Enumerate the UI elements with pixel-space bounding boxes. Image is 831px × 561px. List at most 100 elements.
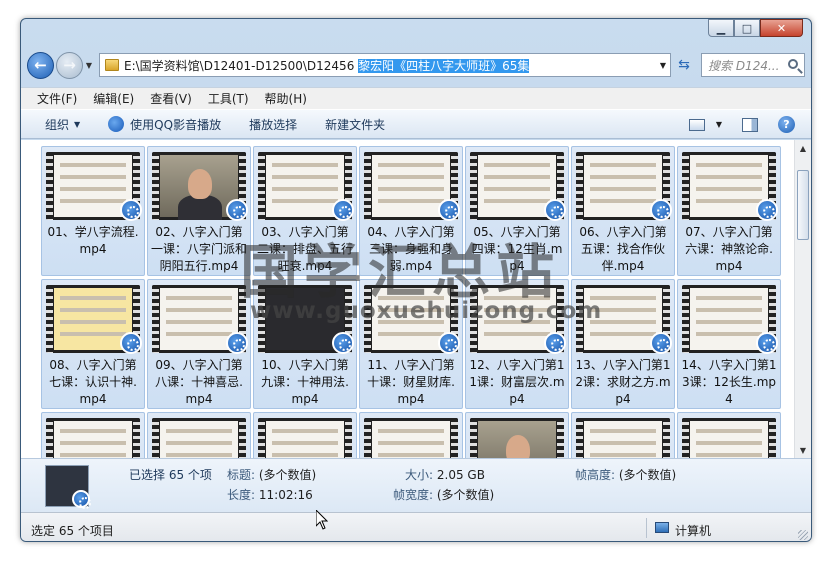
file-tile[interactable]: 07、八字入门第六课：神煞论命.mp4	[677, 146, 781, 276]
search-input[interactable]: 搜索 D124...	[701, 53, 805, 77]
film-strip	[663, 418, 670, 458]
frame-text-line	[272, 453, 338, 457]
vertical-scrollbar[interactable]: ▲ ▼	[794, 140, 811, 458]
frame-text-line	[60, 453, 126, 457]
frame-text-line	[166, 296, 232, 300]
file-tile[interactable]: 11、八字入门第十课：财星财库.mp4	[359, 279, 463, 409]
file-tile[interactable]	[677, 412, 781, 458]
preview-pane-icon[interactable]	[742, 117, 758, 132]
recent-pages-dropdown[interactable]: ▼	[83, 61, 95, 70]
film-strip	[152, 418, 159, 458]
film-strip	[345, 418, 352, 458]
frame-text-line	[590, 296, 656, 300]
file-tile[interactable]: 10、八字入门第九课：十神用法.mp4	[253, 279, 357, 409]
menu-tools[interactable]: 工具(T)	[208, 90, 249, 107]
frame-text-line	[166, 429, 232, 433]
file-tile[interactable]: 14、八字入门第13课：12长生.mp4	[677, 279, 781, 409]
frame-text-line	[60, 332, 126, 336]
menu-file[interactable]: 文件(F)	[37, 90, 77, 107]
help-icon[interactable]: ?	[778, 116, 795, 133]
file-tile[interactable]	[41, 412, 145, 458]
file-tile[interactable]: 06、八字入门第五课：找合作伙伴.mp4	[571, 146, 675, 276]
frame-text-line	[696, 308, 762, 312]
mouse-cursor	[315, 508, 329, 533]
play-selection-button[interactable]: 播放选择	[249, 116, 297, 133]
frame-text-line	[166, 453, 232, 457]
address-bar[interactable]: E:\国学资料馆\D12401-D12500\D12456 黎宏阳《四柱八字大师…	[99, 53, 671, 77]
frame-text-line	[696, 199, 762, 203]
view-dropdown-icon[interactable]: ▼	[716, 120, 722, 129]
film-strip	[152, 285, 159, 353]
close-button[interactable]: ✕	[760, 19, 803, 37]
qq-video-icon	[544, 199, 566, 221]
maximize-button[interactable]: □	[734, 19, 760, 37]
detail-size: 大小: 2.05 GB	[405, 466, 485, 483]
file-view[interactable]: 01、学八字流程.mp4 02、八字入门第一课：八字门派和阴阳五行.mp4 03、八…	[21, 140, 811, 458]
frame-text-line	[166, 441, 232, 445]
menu-help[interactable]: 帮助(H)	[265, 90, 307, 107]
file-name: 13、八字入门第12课：求财之方.mp4	[575, 358, 671, 406]
qq-video-icon	[756, 199, 778, 221]
video-thumbnail	[576, 418, 670, 458]
detail-title-value: (多个数值)	[258, 468, 317, 482]
detail-size-value: 2.05 GB	[436, 468, 485, 482]
frame-text-line	[590, 199, 656, 203]
resize-grip[interactable]	[798, 530, 808, 540]
address-dropdown-icon[interactable]: ▼	[660, 61, 666, 70]
new-folder-button[interactable]: 新建文件夹	[325, 116, 385, 133]
file-name: 07、八字入门第六课：神煞论命.mp4	[685, 225, 773, 273]
film-strip	[133, 418, 140, 458]
file-tile[interactable]: 04、八字入门第三课：身强和身弱.mp4	[359, 146, 463, 276]
film-strip	[239, 418, 246, 458]
file-tile[interactable]	[253, 412, 357, 458]
frame-text-line	[696, 429, 762, 433]
search-placeholder: 搜索 D124...	[708, 58, 780, 73]
minimize-button[interactable]: ▁	[708, 19, 734, 37]
frame-text-line	[484, 175, 550, 179]
file-tile[interactable]: 03、八字入门第二课：排盘、五行旺衰.mp4	[253, 146, 357, 276]
frame-text-line	[590, 308, 656, 312]
file-tile[interactable]	[359, 412, 463, 458]
address-path-selected: 黎宏阳《四柱八字大师班》65集	[358, 58, 530, 73]
file-tile[interactable]	[571, 412, 675, 458]
play-selection-label: 播放选择	[249, 117, 298, 132]
frame-text-line	[696, 320, 762, 324]
file-tile[interactable]	[465, 412, 569, 458]
film-strip	[152, 152, 159, 220]
file-tile[interactable]	[147, 412, 251, 458]
film-strip	[557, 418, 564, 458]
qq-video-icon	[332, 332, 354, 354]
organize-button[interactable]: 组织 ▼	[45, 116, 80, 133]
title-bar[interactable]: ▁ □ ✕	[21, 19, 811, 41]
search-icon[interactable]	[788, 59, 798, 69]
video-thumbnail	[152, 418, 246, 458]
computer-icon	[655, 522, 669, 533]
qq-video-icon	[226, 199, 248, 221]
file-tile[interactable]: 13、八字入门第12课：求财之方.mp4	[571, 279, 675, 409]
refresh-button[interactable]: ⇆	[673, 53, 695, 77]
film-strip	[364, 152, 371, 220]
qq-play-button[interactable]: 使用QQ影音播放	[108, 116, 221, 133]
file-tile[interactable]: 01、学八字流程.mp4	[41, 146, 145, 276]
file-tile[interactable]: 02、八字入门第一课：八字门派和阴阳五行.mp4	[147, 146, 251, 276]
address-path: E:\国学资料馆\D12401-D12500\D12456 黎宏阳《四柱八字大师…	[124, 57, 530, 74]
file-name: 05、八字入门第四课：12生肖.mp4	[471, 225, 563, 273]
file-tile[interactable]: 09、八字入门第八课：十神喜忌.mp4	[147, 279, 251, 409]
menu-edit[interactable]: 编辑(E)	[93, 90, 134, 107]
forward-button[interactable]: →	[56, 51, 83, 79]
frame-text-line	[272, 441, 338, 445]
qq-video-icon	[72, 490, 91, 509]
view-mode-icon[interactable]	[688, 118, 705, 131]
selected-count: 已选择 65 个项	[129, 468, 212, 482]
qq-video-icon	[226, 332, 248, 354]
menu-view[interactable]: 查看(V)	[150, 90, 192, 107]
frame-text-line	[378, 320, 444, 324]
scroll-down-button[interactable]: ▼	[795, 442, 811, 458]
qq-play-label: 使用QQ影音播放	[130, 117, 222, 132]
scroll-thumb[interactable]	[797, 170, 809, 240]
file-tile[interactable]: 05、八字入门第四课：12生肖.mp4	[465, 146, 569, 276]
file-tile[interactable]: 08、八字入门第七课：认识十神.mp4	[41, 279, 145, 409]
file-tile[interactable]: 12、八字入门第11课：财富层次.mp4	[465, 279, 569, 409]
back-button[interactable]: ←	[27, 51, 54, 79]
scroll-up-button[interactable]: ▲	[795, 140, 811, 156]
